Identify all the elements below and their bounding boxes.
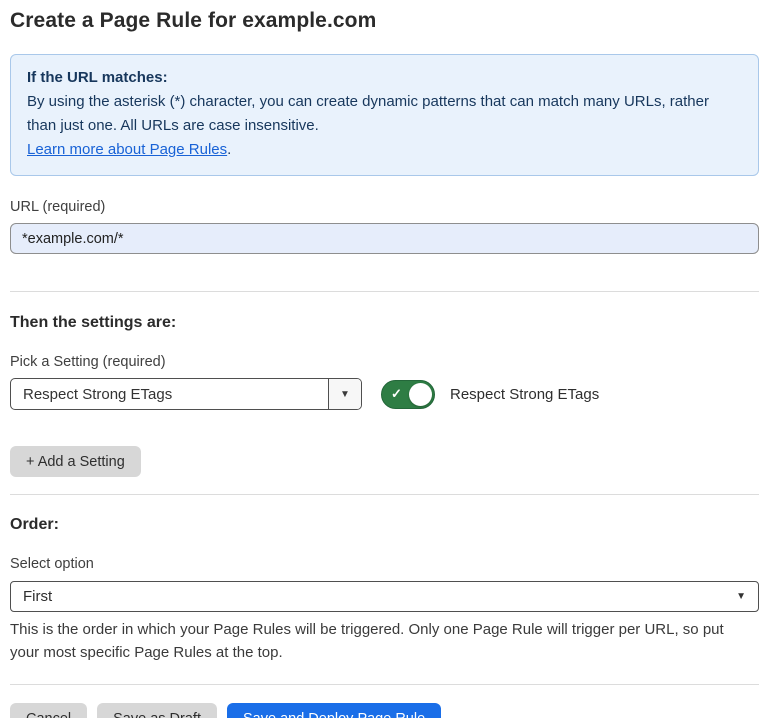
setting-picker-value: Respect Strong ETags <box>11 379 328 409</box>
link-period: . <box>227 141 231 158</box>
save-deploy-button[interactable]: Save and Deploy Page Rule <box>227 703 441 718</box>
etags-toggle[interactable]: ✓ <box>381 380 435 409</box>
footer-actions: Cancel Save as Draft Save and Deploy Pag… <box>10 703 759 718</box>
order-section-heading: Order: <box>10 516 759 534</box>
setting-picker-arrow-button[interactable]: ▼ <box>328 379 361 409</box>
order-select-label: Select option <box>10 556 759 572</box>
add-setting-button[interactable]: + Add a Setting <box>10 446 141 477</box>
save-draft-button[interactable]: Save as Draft <box>97 703 217 718</box>
page-rule-form: Create a Page Rule for example.com If th… <box>0 0 769 718</box>
setting-picker-dropdown[interactable]: Respect Strong ETags ▼ <box>10 378 362 410</box>
order-help-text: This is the order in which your Page Rul… <box>10 618 755 664</box>
toggle-check-icon: ✓ <box>391 386 402 402</box>
footer-divider <box>10 684 759 685</box>
order-select-value: First <box>23 588 52 605</box>
setting-picker-label: Pick a Setting (required) <box>10 354 759 370</box>
settings-section-heading: Then the settings are: <box>10 314 759 332</box>
url-match-info-box: If the URL matches: By using the asteris… <box>10 54 759 176</box>
url-field-label: URL (required) <box>10 199 759 215</box>
chevron-down-icon: ▼ <box>736 591 746 602</box>
cancel-button[interactable]: Cancel <box>10 703 87 718</box>
url-input[interactable] <box>10 223 759 254</box>
info-box-body: By using the asterisk (*) character, you… <box>27 90 742 138</box>
order-select[interactable]: First ▼ <box>10 581 759 612</box>
section-divider <box>10 494 759 495</box>
toggle-knob <box>409 383 432 406</box>
page-title: Create a Page Rule for example.com <box>10 9 759 33</box>
toggle-label: Respect Strong ETags <box>450 386 599 403</box>
info-box-link-line: Learn more about Page Rules. <box>27 138 742 162</box>
info-box-heading: If the URL matches: <box>27 66 742 90</box>
learn-more-link[interactable]: Learn more about Page Rules <box>27 141 227 158</box>
setting-row: Respect Strong ETags ▼ ✓ Respect Strong … <box>10 378 759 410</box>
section-divider <box>10 291 759 292</box>
chevron-down-icon: ▼ <box>340 389 350 400</box>
